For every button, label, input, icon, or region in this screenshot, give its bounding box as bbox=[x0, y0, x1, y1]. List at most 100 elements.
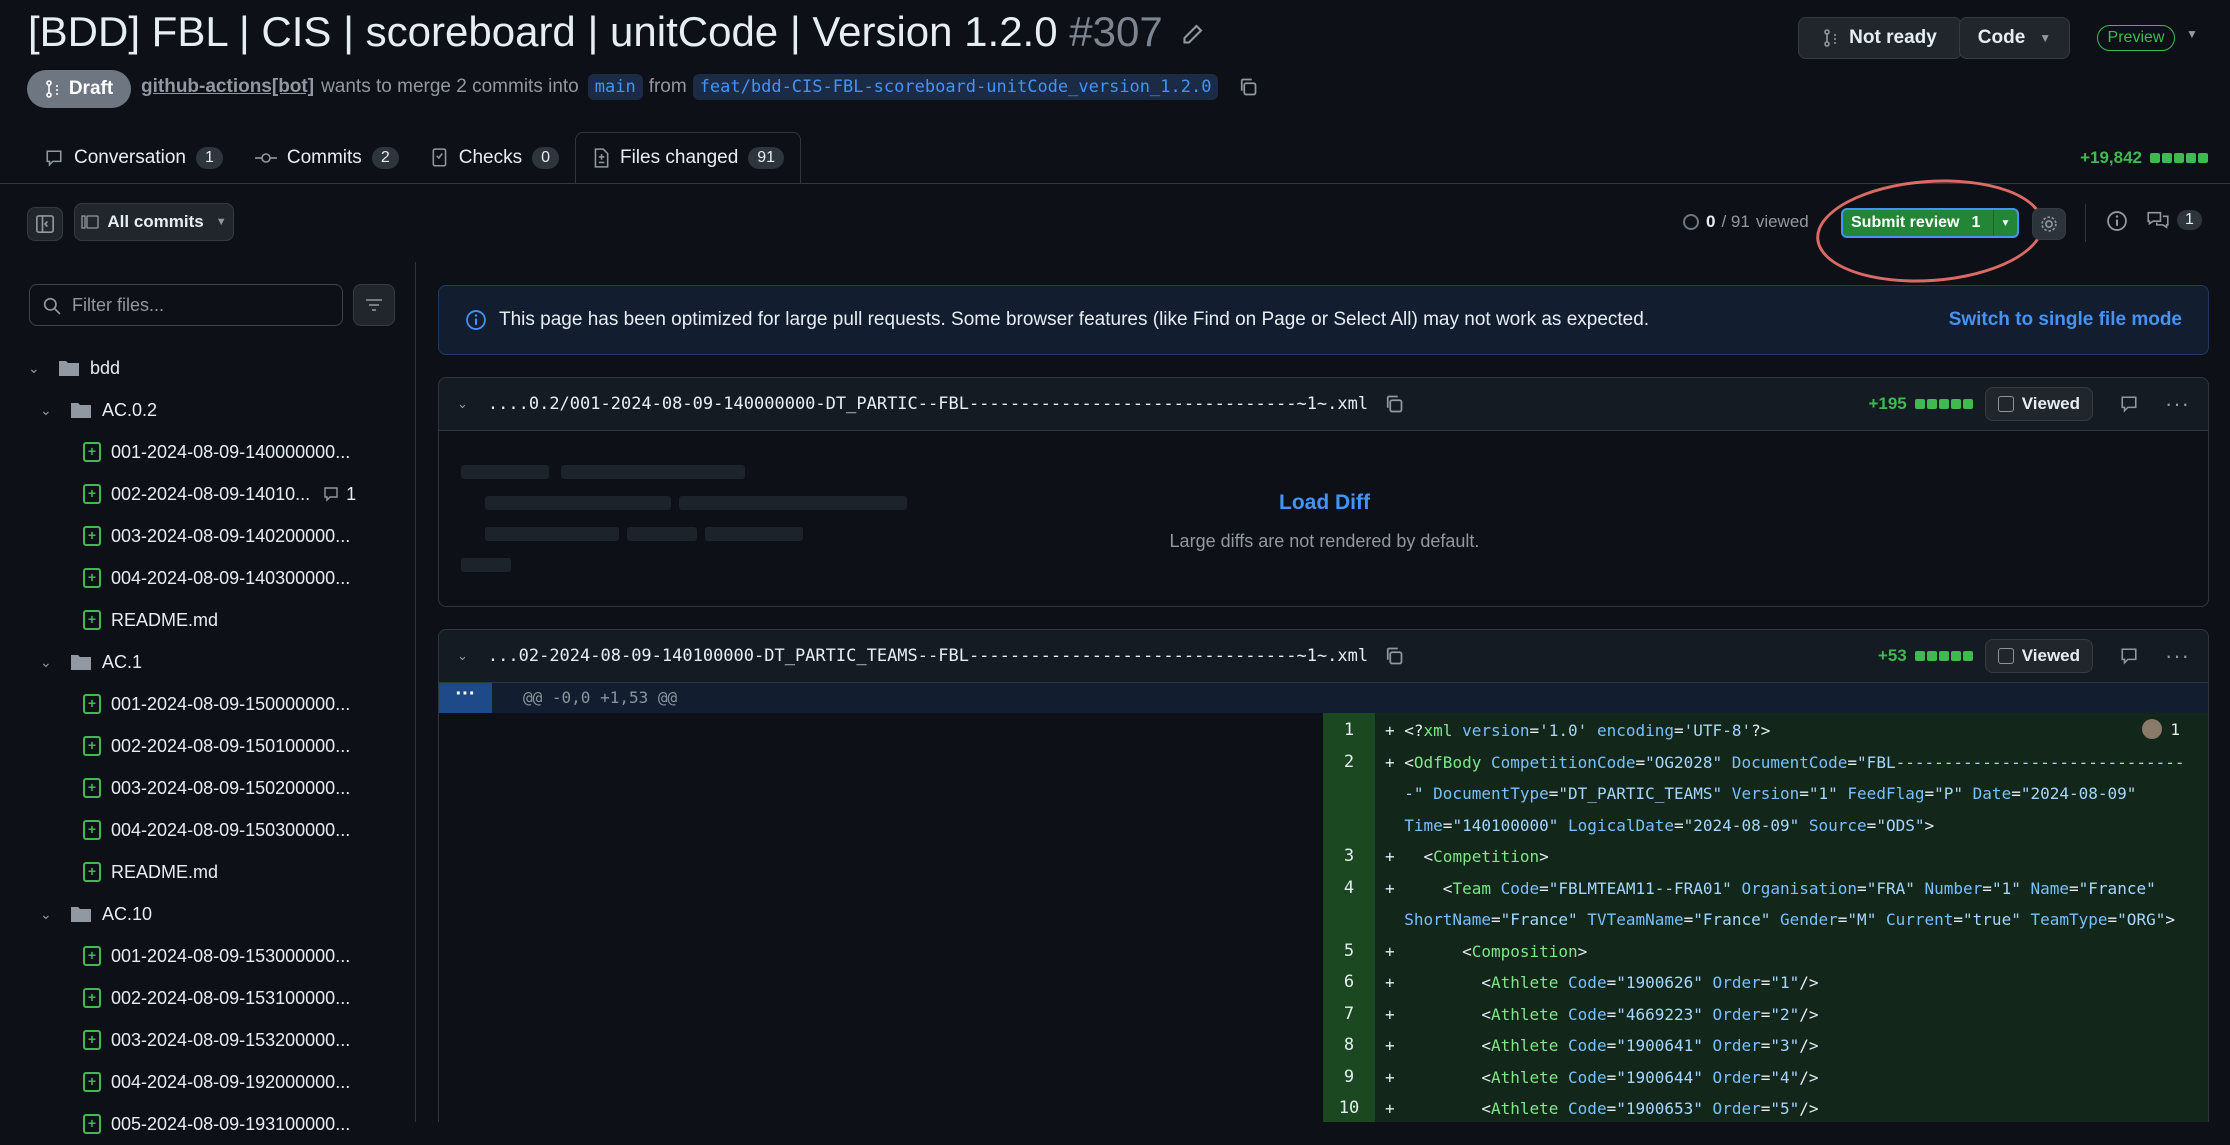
copy-path-icon[interactable] bbox=[1384, 394, 1404, 414]
tree-file[interactable]: + README.md bbox=[28, 851, 408, 893]
tree-folder[interactable]: ⌄ AC.0.2 bbox=[28, 389, 408, 431]
code-token: Athlete bbox=[1490, 1099, 1559, 1118]
tree-label: 004-2024-08-09-150300000... bbox=[111, 819, 351, 840]
tree-label: 003-2024-08-09-153200000... bbox=[111, 1029, 351, 1050]
tab-files-changed[interactable]: Files changed 91 bbox=[574, 132, 802, 184]
file-added-icon: + bbox=[83, 526, 101, 546]
line-number[interactable]: 4 bbox=[1323, 878, 1375, 898]
tab-label: Checks bbox=[458, 147, 523, 168]
line-number[interactable]: 1 bbox=[1323, 720, 1375, 740]
chevron-down-icon[interactable]: ▼ bbox=[2186, 27, 2198, 41]
preview-badge[interactable]: Preview bbox=[2097, 25, 2175, 51]
tree-file[interactable]: +001-2024-08-09-153000000... bbox=[28, 935, 408, 977]
viewed-checkbox[interactable]: Viewed bbox=[1984, 387, 2094, 421]
kebab-menu-icon[interactable]: ··· bbox=[2165, 643, 2190, 669]
code-line: + <Athlete Code="1900644" Order="4"/> bbox=[1385, 1068, 1819, 1087]
viewed-checkbox[interactable]: Viewed bbox=[1984, 639, 2094, 673]
filter-icon[interactable] bbox=[353, 284, 395, 326]
line-number[interactable]: 10 bbox=[1323, 1098, 1375, 1118]
code-token: Time bbox=[1385, 815, 1443, 835]
tab-commits[interactable]: Commits 2 bbox=[239, 132, 415, 184]
submit-review-button[interactable]: Submit review 1 ▼ bbox=[1841, 208, 2019, 238]
tree-label: 005-2024-08-09-193100000... bbox=[111, 1113, 351, 1134]
tree-file[interactable]: +004-2024-08-09-140300000... bbox=[28, 557, 408, 599]
gear-icon[interactable] bbox=[2032, 208, 2066, 240]
tree-folder[interactable]: ⌄ AC.10 bbox=[28, 893, 408, 935]
info-icon[interactable] bbox=[2106, 210, 2128, 232]
code-token: "2024-08-09" bbox=[1683, 815, 1800, 835]
author-link[interactable]: github-actions[bot] bbox=[141, 76, 314, 98]
base-branch[interactable]: main bbox=[587, 74, 643, 100]
code-token: "FBL------------------------------ bbox=[1857, 752, 2185, 772]
edit-title-icon[interactable] bbox=[1180, 23, 1204, 47]
tree-file[interactable]: +004-2024-08-09-150300000... bbox=[28, 809, 408, 851]
not-ready-button[interactable]: Not ready bbox=[1798, 17, 1962, 59]
line-number[interactable]: 7 bbox=[1323, 1004, 1375, 1024]
code-token: Number bbox=[1914, 878, 1983, 898]
tree-folder[interactable]: ⌄ AC.1 bbox=[28, 641, 408, 683]
file-name[interactable]: ....0.2/001-2024-08-09-140000000-DT_PART… bbox=[488, 394, 1368, 414]
code-token: + < bbox=[1385, 941, 1472, 961]
copy-path-icon[interactable] bbox=[1384, 646, 1404, 666]
expand-hunk-icon[interactable]: ··· bbox=[439, 683, 492, 713]
line-number[interactable]: 2 bbox=[1323, 752, 1375, 772]
comment-icon[interactable] bbox=[2119, 395, 2139, 413]
code-button[interactable]: Code ▼ bbox=[1959, 17, 2070, 59]
chevron-down-icon[interactable]: ⌄ bbox=[28, 360, 50, 377]
reviewer-count: 1 bbox=[2170, 719, 2180, 739]
code-token: = bbox=[1442, 815, 1453, 835]
code-token: ShortName bbox=[1385, 910, 1491, 929]
tree-file[interactable]: +005-2024-08-09-193100000... bbox=[28, 1103, 408, 1145]
file-added-icon: + bbox=[83, 694, 101, 714]
tab-counter: 1 bbox=[195, 147, 223, 169]
chevron-down-icon[interactable]: ⌄ bbox=[40, 402, 62, 419]
code-token: + < bbox=[1385, 973, 1491, 992]
code-token: Athlete bbox=[1490, 1067, 1559, 1087]
tab-counter: 2 bbox=[371, 147, 399, 169]
chevron-down-icon[interactable]: ⌄ bbox=[40, 654, 62, 671]
line-number[interactable]: 5 bbox=[1323, 941, 1375, 961]
single-file-mode-link[interactable]: Switch to single file mode bbox=[1949, 309, 2182, 331]
filter-files-input[interactable]: Filter files... bbox=[29, 284, 343, 326]
tab-conversation[interactable]: Conversation 1 bbox=[28, 132, 239, 184]
line-number[interactable]: 8 bbox=[1323, 1035, 1375, 1055]
load-diff-button[interactable]: Load Diff bbox=[439, 491, 2210, 515]
line-number[interactable]: 9 bbox=[1323, 1067, 1375, 1087]
reviewer-indicator[interactable]: 1 bbox=[2142, 719, 2180, 739]
file-header: ⌄ ....0.2/001-2024-08-09-140000000-DT_PA… bbox=[438, 377, 2209, 431]
chevron-down-icon[interactable]: ⌄ bbox=[40, 906, 62, 923]
tree-file[interactable]: +003-2024-08-09-140200000... bbox=[28, 515, 408, 557]
file-name[interactable]: ...02-2024-08-09-140100000-DT_PARTIC_TEA… bbox=[488, 646, 1368, 666]
chevron-down-icon[interactable]: ⌄ bbox=[457, 396, 468, 412]
sidebar-collapse-icon[interactable] bbox=[27, 207, 63, 241]
code-token: "4" bbox=[1770, 1067, 1800, 1087]
kebab-menu-icon[interactable]: ··· bbox=[2165, 391, 2190, 417]
code-token: "France" bbox=[1693, 910, 1771, 929]
line-number[interactable]: 3 bbox=[1323, 846, 1375, 866]
tree-file[interactable]: + README.md bbox=[28, 599, 408, 641]
line-number[interactable]: 6 bbox=[1323, 972, 1375, 992]
head-branch[interactable]: feat/bdd-CIS-FBL-scoreboard-unitCode_ver… bbox=[692, 74, 1219, 100]
comment-icon[interactable] bbox=[2119, 647, 2139, 665]
tree-file[interactable]: +002-2024-08-09-14010... 1 bbox=[28, 473, 408, 515]
tree-file[interactable]: +002-2024-08-09-153100000... bbox=[28, 977, 408, 1019]
file-added-icon: + bbox=[83, 442, 101, 462]
copy-branch-icon[interactable] bbox=[1238, 77, 1258, 97]
code-token: 'UTF-8' bbox=[1683, 721, 1752, 740]
chevron-down-icon[interactable]: ⌄ bbox=[457, 648, 468, 664]
all-commits-dropdown[interactable]: All commits ▼ bbox=[74, 203, 234, 241]
code-token: "ORG" bbox=[2117, 910, 2166, 929]
code-token: = bbox=[2069, 878, 2079, 898]
chevron-down-icon[interactable]: ▼ bbox=[1993, 210, 2017, 236]
tree-folder[interactable]: ⌄ bdd bbox=[28, 347, 408, 389]
comments-button[interactable]: 1 bbox=[2147, 210, 2202, 230]
tree-file[interactable]: +001-2024-08-09-150000000... bbox=[28, 683, 408, 725]
tree-file[interactable]: +003-2024-08-09-150200000... bbox=[28, 767, 408, 809]
tree-file[interactable]: +003-2024-08-09-153200000... bbox=[28, 1019, 408, 1061]
code-token: FeedFlag bbox=[1837, 784, 1925, 803]
tab-checks[interactable]: Checks 0 bbox=[415, 132, 575, 184]
code-token: /> bbox=[1799, 1099, 1819, 1118]
tree-file[interactable]: +002-2024-08-09-150100000... bbox=[28, 725, 408, 767]
tree-file[interactable]: +001-2024-08-09-140000000... bbox=[28, 431, 408, 473]
tree-file[interactable]: +004-2024-08-09-192000000... bbox=[28, 1061, 408, 1103]
